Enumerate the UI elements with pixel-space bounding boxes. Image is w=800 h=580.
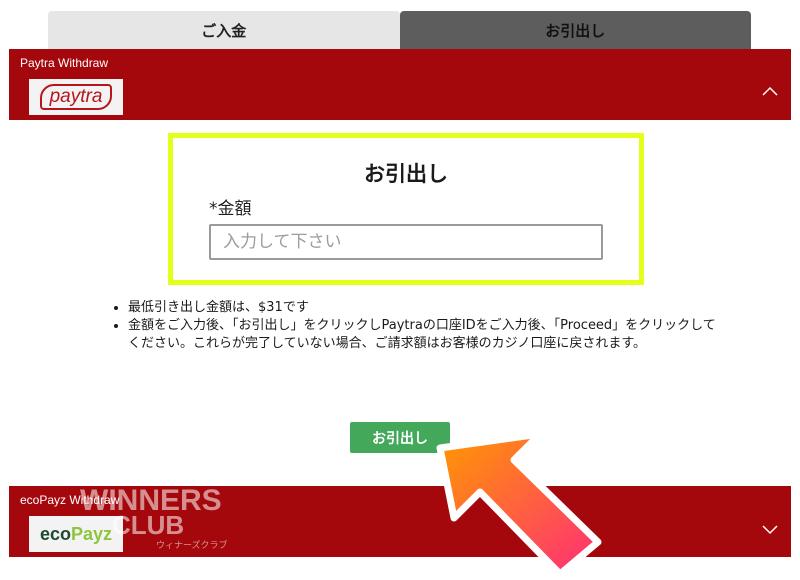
ecopayz-withdraw-header[interactable]: ecoPayz Withdraw ecoPayz: [9, 486, 791, 557]
ecopayz-withdraw-title: ecoPayz Withdraw: [20, 493, 120, 507]
ecopayz-logo-eco: eco: [39, 523, 71, 544]
note-instructions: 金額をご入力後、「お引出し」をクリックしPaytraの口座IDをご入力後、「Pr…: [128, 317, 728, 353]
paytra-withdraw-header[interactable]: Paytra Withdraw paytra: [9, 49, 791, 120]
watermark-line1: ONLINE CASINO: [96, 470, 197, 483]
chevron-up-icon[interactable]: [761, 83, 779, 101]
tab-bar: ご入金 お引出し: [48, 11, 751, 49]
withdraw-form: お引出し *金額: [168, 133, 644, 285]
paytra-withdraw-title: Paytra Withdraw: [20, 56, 109, 70]
chevron-down-icon[interactable]: [761, 520, 779, 538]
pointer-arrow-icon: [436, 430, 602, 578]
note-minimum: 最低引き出し金額は、$31です: [128, 299, 728, 317]
ecopayz-logo: ecoPayz: [29, 516, 123, 552]
amount-input[interactable]: [209, 224, 603, 260]
tab-withdraw[interactable]: お引出し: [399, 11, 751, 49]
withdraw-notes: 最低引き出し金額は、$31です 金額をご入力後、「お引出し」をクリックしPayt…: [110, 299, 728, 353]
paytra-logo-text: paytra: [39, 84, 113, 110]
ecopayz-logo-payz: Payz: [71, 523, 113, 544]
amount-label: *金額: [209, 199, 252, 219]
ecopayz-logo-text: ecoPayz: [40, 524, 112, 545]
form-title: お引出し: [364, 162, 448, 186]
paytra-logo: paytra: [29, 79, 123, 115]
tab-deposit[interactable]: ご入金: [48, 11, 400, 49]
